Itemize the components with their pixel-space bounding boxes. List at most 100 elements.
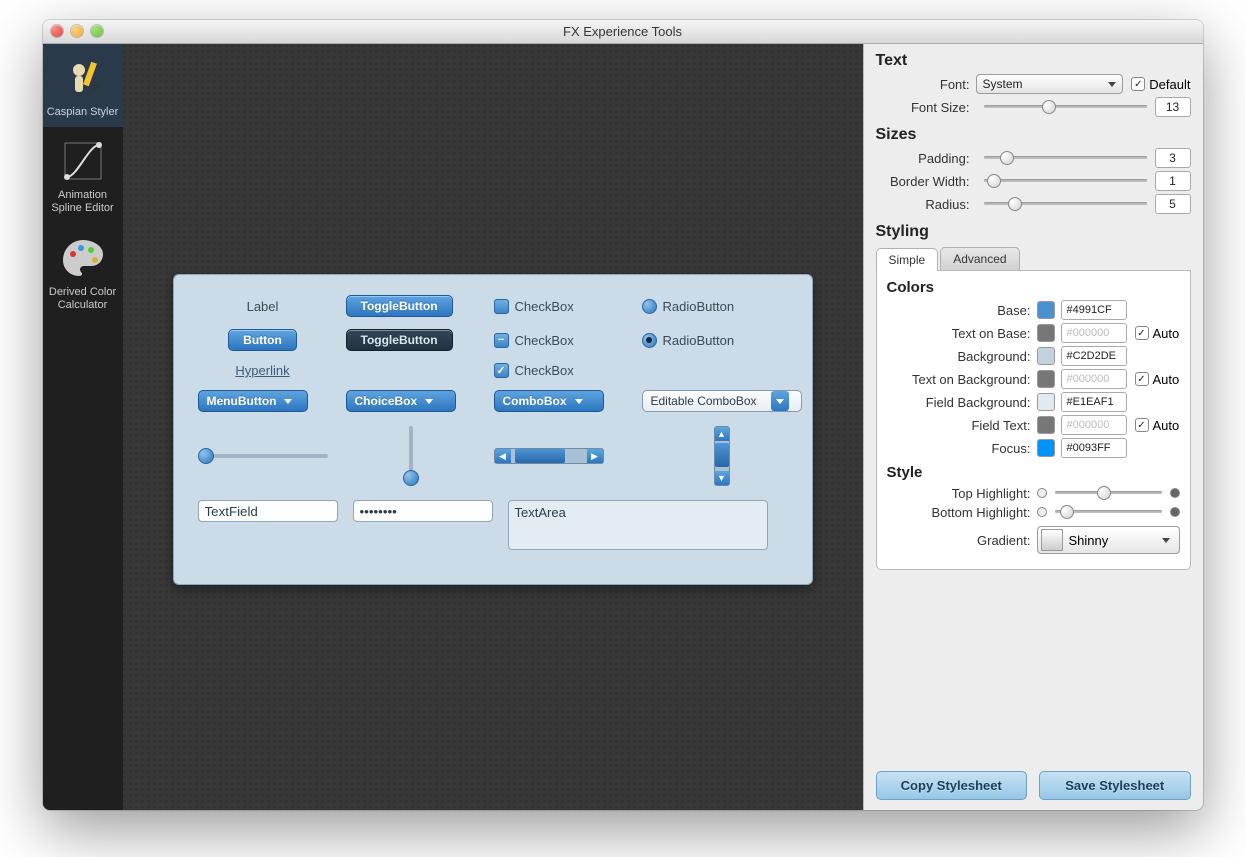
editable-combo-box[interactable]: Editable ComboBox — [642, 390, 802, 412]
app-window: FX Experience Tools Caspian Styler — [43, 20, 1203, 810]
chevron-down-icon — [284, 399, 292, 404]
padding-field[interactable] — [1155, 148, 1191, 168]
properties-panel: Text Font: System ✓ Default Font Size: — [863, 44, 1203, 810]
text-on-base-auto-checkbox[interactable]: ✓ — [1135, 326, 1149, 340]
minimize-icon[interactable] — [71, 25, 83, 37]
section-styling-heading: Styling — [876, 223, 1191, 241]
colors-heading: Colors — [887, 279, 1180, 296]
toggle-button-1[interactable]: ToggleButton — [346, 295, 453, 317]
background-field[interactable]: #C2D2DE — [1061, 346, 1127, 366]
text-field[interactable] — [198, 500, 338, 522]
sidebar-item-label: Derived Color Calculator — [47, 286, 119, 312]
scroll-up-icon[interactable]: ▲ — [715, 427, 729, 441]
scrollbar-thumb[interactable] — [715, 443, 729, 467]
toggle-button-2[interactable]: ToggleButton — [346, 329, 453, 351]
font-select[interactable]: System — [976, 74, 1124, 94]
focus-swatch[interactable] — [1037, 439, 1055, 457]
radio-selected-icon — [642, 333, 657, 348]
focus-field[interactable]: #0093FF — [1061, 438, 1127, 458]
radius-slider[interactable] — [984, 196, 1147, 212]
vertical-slider[interactable] — [403, 426, 419, 486]
hyperlink[interactable]: Hyperlink — [235, 363, 289, 378]
preview-label: Label — [198, 299, 328, 314]
styling-tabs: Simple Advanced — [876, 247, 1191, 271]
field-background-field[interactable]: #E1EAF1 — [1061, 392, 1127, 412]
endpoint-dark-icon — [1170, 507, 1180, 517]
chevron-down-icon — [1162, 538, 1170, 543]
checkbox-checked-icon: ✓ — [494, 363, 509, 378]
preview-panel: Label ToggleButton CheckBox RadioButton … — [173, 274, 813, 585]
radius-field[interactable] — [1155, 194, 1191, 214]
borderwidth-field[interactable] — [1155, 171, 1191, 191]
text-on-base-label: Text on Base: — [887, 326, 1037, 341]
radio-2[interactable]: RadioButton — [642, 333, 772, 348]
menu-button[interactable]: MenuButton — [198, 390, 308, 412]
scroll-down-icon[interactable]: ▼ — [715, 471, 729, 485]
horizontal-scrollbar[interactable]: ◀ ▶ — [494, 448, 604, 464]
style-heading: Style — [887, 464, 1180, 481]
default-font-checkbox[interactable]: ✓ — [1131, 77, 1145, 91]
top-highlight-slider[interactable] — [1055, 485, 1162, 501]
auto-label: Auto — [1153, 372, 1180, 387]
radio-1[interactable]: RadioButton — [642, 299, 772, 314]
checkbox-1[interactable]: CheckBox — [494, 299, 624, 314]
base-label: Base: — [887, 303, 1037, 318]
checkbox-2[interactable]: − CheckBox — [494, 333, 624, 348]
styling-tab-body: Colors Base: #4991CF Text on Base: #0000… — [876, 271, 1191, 570]
background-swatch[interactable] — [1037, 347, 1055, 365]
sidebar-item-caspian-styler[interactable]: Caspian Styler — [43, 44, 123, 127]
text-on-base-swatch[interactable] — [1037, 324, 1055, 342]
field-background-swatch[interactable] — [1037, 393, 1055, 411]
titlebar: FX Experience Tools — [43, 20, 1203, 44]
padding-slider[interactable] — [984, 150, 1147, 166]
horizontal-slider[interactable] — [198, 448, 328, 464]
radio-label: RadioButton — [663, 333, 735, 348]
combo-box[interactable]: ComboBox — [494, 390, 604, 412]
checkbox-label: CheckBox — [515, 363, 574, 378]
field-text-swatch[interactable] — [1037, 416, 1055, 434]
tab-simple[interactable]: Simple — [876, 248, 939, 271]
window-title: FX Experience Tools — [43, 24, 1203, 39]
text-on-background-swatch[interactable] — [1037, 370, 1055, 388]
field-text-auto-checkbox[interactable]: ✓ — [1135, 418, 1149, 432]
field-text-field[interactable]: #000000 — [1061, 415, 1127, 435]
fontsize-field[interactable] — [1155, 97, 1191, 117]
radio-label: RadioButton — [663, 299, 735, 314]
zoom-icon[interactable] — [91, 25, 103, 37]
sidebar-item-label: Animation Spline Editor — [47, 189, 119, 215]
borderwidth-slider[interactable] — [984, 173, 1147, 189]
text-on-base-field[interactable]: #000000 — [1061, 323, 1127, 343]
vertical-scrollbar[interactable]: ▲ ▼ — [714, 426, 730, 486]
fontsize-slider[interactable] — [984, 99, 1147, 115]
checkbox-3[interactable]: ✓ CheckBox — [494, 363, 624, 378]
text-on-background-field[interactable]: #000000 — [1061, 369, 1127, 389]
sidebar-item-animation-spline-editor[interactable]: Animation Spline Editor — [43, 127, 123, 223]
text-area[interactable]: TextArea — [508, 500, 768, 550]
base-swatch[interactable] — [1037, 301, 1055, 319]
auto-label: Auto — [1153, 326, 1180, 341]
endpoint-light-icon — [1037, 507, 1047, 517]
traffic-lights — [51, 25, 103, 37]
copy-stylesheet-button[interactable]: Copy Stylesheet — [876, 771, 1028, 800]
scrollbar-thumb[interactable] — [515, 449, 565, 463]
scroll-left-icon[interactable]: ◀ — [495, 449, 511, 463]
close-icon[interactable] — [51, 25, 63, 37]
scroll-right-icon[interactable]: ▶ — [587, 449, 603, 463]
checkbox-label: CheckBox — [515, 299, 574, 314]
gradient-select[interactable]: Shinny — [1037, 526, 1180, 554]
sidebar-item-derived-color-calculator[interactable]: Derived Color Calculator — [43, 224, 123, 320]
save-stylesheet-button[interactable]: Save Stylesheet — [1039, 771, 1191, 800]
borderwidth-label: Border Width: — [876, 174, 976, 189]
bottom-highlight-slider[interactable] — [1055, 504, 1162, 520]
choice-box[interactable]: ChoiceBox — [346, 390, 456, 412]
top-highlight-label: Top Highlight: — [887, 486, 1037, 501]
tab-advanced[interactable]: Advanced — [940, 247, 1019, 270]
base-field[interactable]: #4991CF — [1061, 300, 1127, 320]
checkbox-indeterminate-icon: − — [494, 333, 509, 348]
chevron-down-icon — [771, 391, 789, 411]
text-on-background-auto-checkbox[interactable]: ✓ — [1135, 372, 1149, 386]
password-field[interactable] — [353, 500, 493, 522]
button[interactable]: Button — [228, 329, 297, 351]
section-sizes-heading: Sizes — [876, 126, 1191, 144]
palette-icon — [59, 234, 107, 282]
